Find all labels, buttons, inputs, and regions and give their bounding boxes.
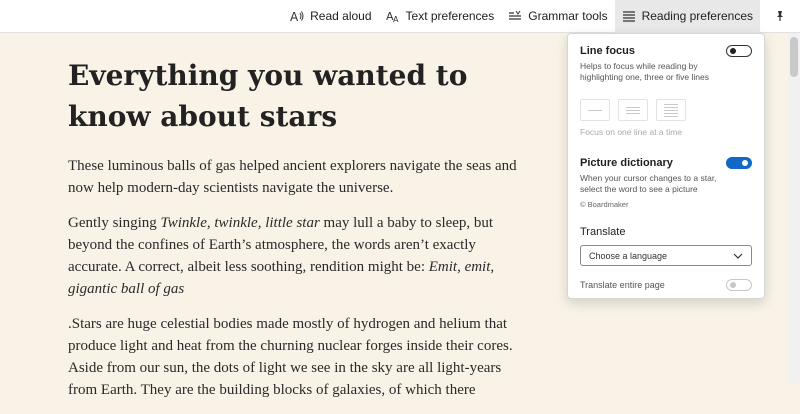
reader-toolbar: A Read aloud AA Text preferences Grammar… xyxy=(0,0,800,33)
pin-icon xyxy=(774,10,786,22)
text-preferences-label: Text preferences xyxy=(405,9,495,23)
picture-dictionary-row: Picture dictionary xyxy=(580,157,752,169)
grammar-tools-button[interactable]: Grammar tools xyxy=(501,0,614,33)
five-line-option[interactable] xyxy=(656,99,686,121)
paragraph-2-text-a: Gently singing xyxy=(68,215,161,231)
svg-text:A: A xyxy=(393,15,399,22)
scrollbar-thumb[interactable] xyxy=(790,37,798,77)
translate-toggle-knob xyxy=(730,282,736,288)
picture-dictionary-toggle-knob xyxy=(742,160,748,166)
translate-title: Translate xyxy=(580,226,626,238)
translate-entire-page-toggle[interactable] xyxy=(726,279,752,291)
article-title: Everything you wanted to know about star… xyxy=(68,59,468,133)
line-focus-description: Helps to focus while reading by highligh… xyxy=(580,61,709,82)
picture-dictionary-toggle[interactable] xyxy=(726,157,752,169)
line-focus-options xyxy=(580,99,752,121)
grammar-tools-label: Grammar tools xyxy=(528,9,608,23)
three-line-option[interactable] xyxy=(618,99,648,121)
read-aloud-label: Read aloud xyxy=(310,9,372,23)
article-paragraph-3: .Stars are huge celestial bodies made mo… xyxy=(68,316,513,398)
article-paragraph-1: These luminous balls of gas helped ancie… xyxy=(68,158,517,196)
picture-dictionary-title: Picture dictionary xyxy=(580,157,673,169)
reading-preferences-icon xyxy=(622,10,636,22)
paragraph-2-italic-1: Twinkle, twinkle, little star xyxy=(160,215,320,231)
article-paragraph-2: Gently singing Twinkle, twinkle, little … xyxy=(68,212,528,300)
read-aloud-icon: A xyxy=(290,10,304,22)
article: Everything you wanted to know about star… xyxy=(68,55,528,414)
line-focus-toggle-knob xyxy=(730,48,736,54)
text-preferences-icon: AA xyxy=(386,10,400,22)
text-preferences-button[interactable]: AA Text preferences xyxy=(379,0,502,33)
scrollbar[interactable] xyxy=(788,33,800,383)
translate-entire-page-label: Translate entire page xyxy=(580,279,665,290)
reading-preferences-button[interactable]: Reading preferences xyxy=(614,0,760,33)
line-focus-title: Line focus xyxy=(580,45,636,57)
line-focus-row: Line focus xyxy=(580,45,752,57)
read-aloud-button[interactable]: A Read aloud xyxy=(283,0,378,33)
chevron-down-icon xyxy=(733,251,743,261)
language-select-value: Choose a language xyxy=(589,250,668,261)
reading-preferences-label: Reading preferences xyxy=(641,9,753,23)
grammar-tools-icon xyxy=(508,10,522,22)
line-focus-toggle[interactable] xyxy=(726,45,752,57)
pin-button[interactable] xyxy=(764,0,796,33)
language-select[interactable]: Choose a language xyxy=(580,245,752,266)
boardmaker-credit: © Boardmaker xyxy=(580,200,629,209)
svg-text:A: A xyxy=(290,10,299,22)
picture-dictionary-description: When your cursor changes to a star, sele… xyxy=(580,173,717,194)
line-focus-hint: Focus on one line at a time xyxy=(580,127,683,137)
reading-preferences-panel: Line focus Helps to focus while reading … xyxy=(567,33,765,299)
translate-page-row: Translate entire page xyxy=(580,279,752,291)
one-line-option[interactable] xyxy=(580,99,610,121)
